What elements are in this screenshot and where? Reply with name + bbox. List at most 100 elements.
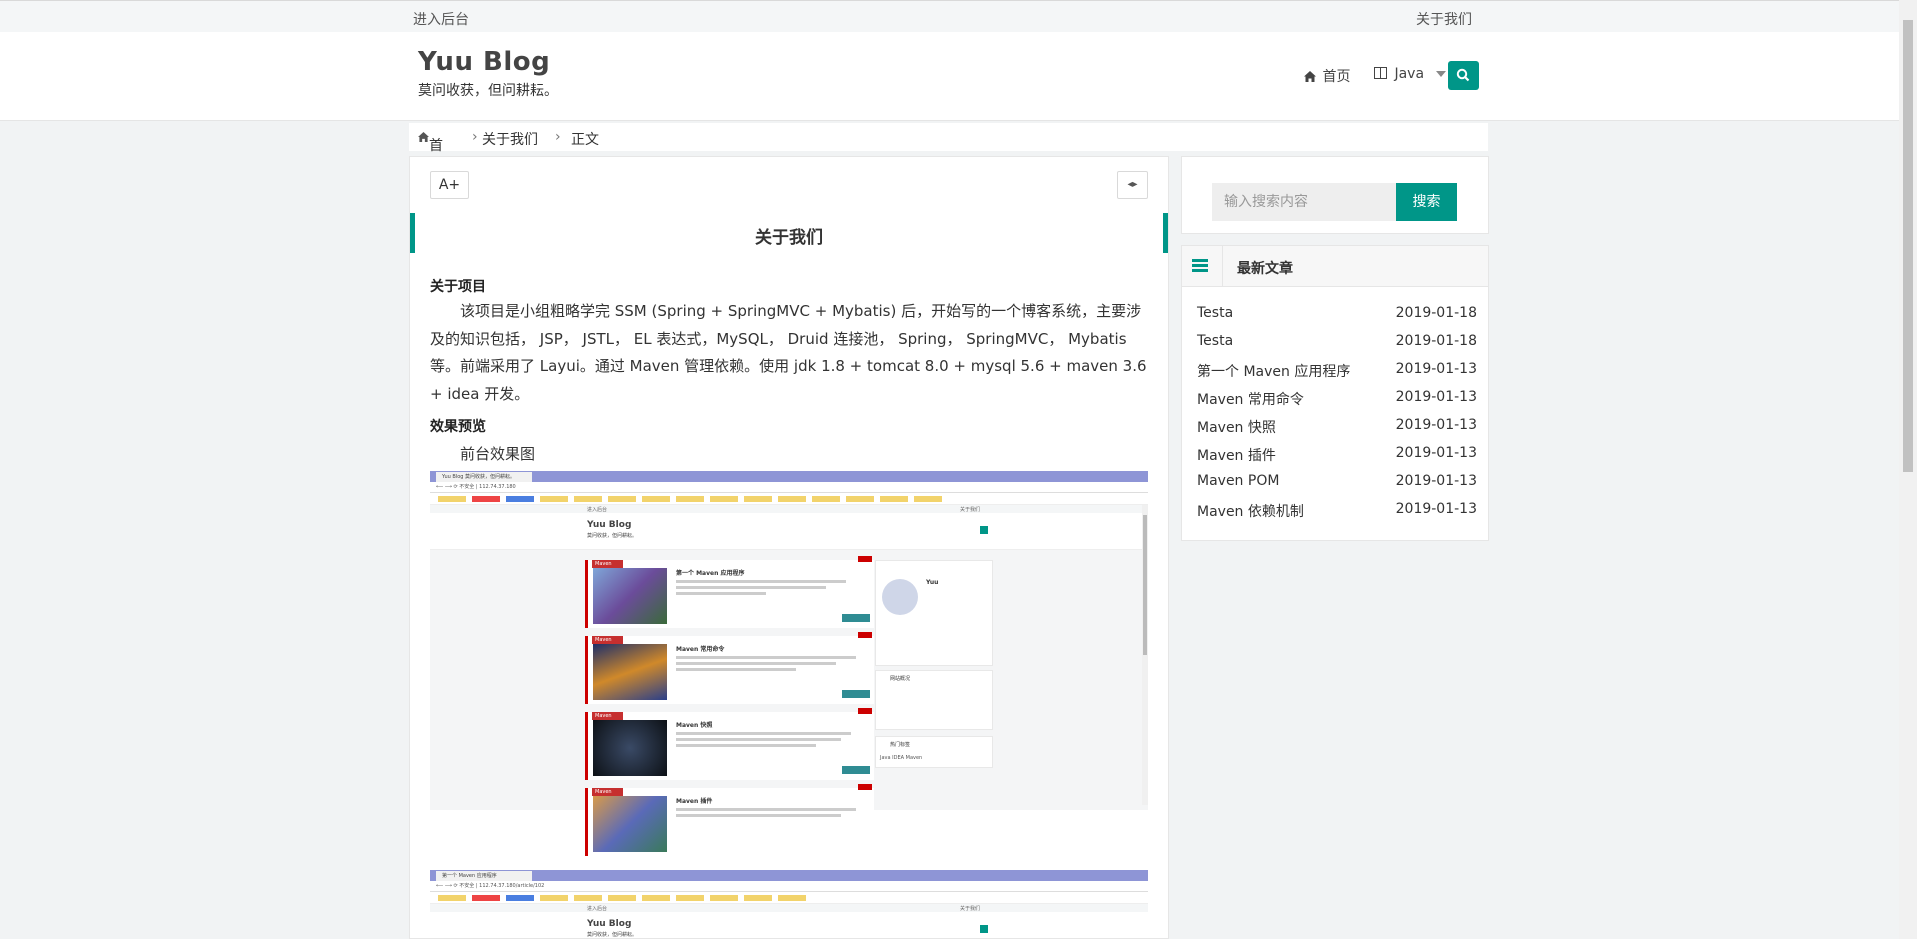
article-title: 关于我们 xyxy=(755,228,823,248)
recent-date: 2019-01-13 xyxy=(1395,389,1477,405)
mini-admin-link: 进入后台 xyxy=(587,507,608,513)
browser-address-bar: ⟵ ⟶ ⟳ 不安全 | 112.74.37.180/article/102 xyxy=(430,881,1148,892)
mini-logo: Yuu Blog xyxy=(587,520,632,530)
recent-date: 2019-01-13 xyxy=(1395,473,1477,489)
page-scrollbar[interactable] xyxy=(1899,0,1917,939)
mini-topbar: 进入后台 关于我们 xyxy=(430,904,1148,912)
book-icon xyxy=(1374,67,1387,79)
mini-topbar: 进入后台 关于我们 xyxy=(430,505,1148,513)
list-item[interactable]: 第一个 Maven 应用程序 2019-01-13 xyxy=(1197,358,1477,386)
mini-stats-card: 网站概况 xyxy=(875,670,993,730)
browser-tabbar: 第一个 Maven 应用程序 xyxy=(430,870,1148,881)
caret-down-icon xyxy=(1436,71,1447,77)
browser-tabbar: Yuu Blog 莫问收获，但问耕耘。 xyxy=(430,471,1148,482)
mini-card-title: Maven 快照 xyxy=(676,722,713,729)
breadcrumb-category[interactable]: 关于我们 xyxy=(482,129,538,149)
nav-home-label: 首页 xyxy=(1322,69,1351,85)
top-bar: 进入后台 关于我们 xyxy=(0,0,1899,33)
list-item[interactable]: Maven 插件 2019-01-13 xyxy=(1197,442,1477,470)
site-header: Yuu Blog 莫问收获，但问耕耘。 首页 Java xyxy=(0,32,1899,121)
nav-java-dropdown[interactable]: Java xyxy=(1374,66,1447,82)
recent-title[interactable]: Maven 插件 xyxy=(1197,445,1276,465)
mini-card-tag: Maven xyxy=(592,712,623,720)
recent-articles-list: Testa 2019-01-18 Testa 2019-01-18 第一个 Mave… xyxy=(1197,302,1477,526)
recent-title[interactable]: Maven 快照 xyxy=(1197,417,1276,437)
nav-home[interactable]: 首页 xyxy=(1304,66,1350,86)
recent-title[interactable]: 第一个 Maven 应用程序 xyxy=(1197,361,1350,381)
article-panel: A+ ◂▸ 关于我们 关于项目 该项目是小组粗略学完 SSM (Spring +… xyxy=(409,156,1169,939)
mini-search-icon xyxy=(980,526,988,534)
mini-header: Yuu Blog 莫问收获，但问耕耘。 xyxy=(430,913,1148,938)
browser-bookmarks xyxy=(430,494,1148,505)
site-logo[interactable]: Yuu Blog xyxy=(418,47,550,77)
mini-card-tag: Maven xyxy=(592,560,623,568)
mini-card: Maven 第一个 Maven 应用程序 xyxy=(585,556,874,628)
mini-card-title: 第一个 Maven 应用程序 xyxy=(676,570,745,577)
mini-stats-title: 网站概况 xyxy=(890,676,911,682)
browser-tab: Yuu Blog 莫问收获，但问耕耘。 xyxy=(436,472,532,482)
preview-image-2: 第一个 Maven 应用程序 ⟵ ⟶ ⟳ 不安全 | 112.74.37.180… xyxy=(430,870,1148,938)
breadcrumb-sep-icon: › xyxy=(472,129,478,145)
sidebar-search-button[interactable]: 搜索 xyxy=(1396,183,1457,221)
recent-title[interactable]: Testa xyxy=(1197,333,1233,349)
recent-articles-panel: 最新文章 Testa 2019-01-18 Testa 2019-01-18 第一个… xyxy=(1181,245,1489,541)
section-paragraph: 前台效果图 xyxy=(460,445,536,463)
header-search-button[interactable] xyxy=(1448,61,1479,90)
mini-body: Maven 第一个 Maven 应用程序 Maven Maven 常用命令 Ma… xyxy=(430,550,1148,856)
mini-card: Maven Maven 插件 xyxy=(585,784,874,856)
recent-date: 2019-01-13 xyxy=(1395,361,1477,377)
menu-icon xyxy=(1192,259,1208,272)
browser-bookmarks xyxy=(430,893,1148,904)
nav-java-label: Java xyxy=(1394,66,1425,82)
breadcrumb-home[interactable]: 首页 xyxy=(418,129,443,174)
recent-title[interactable]: Maven POM xyxy=(1197,473,1279,489)
section-heading: 效果预览 xyxy=(430,419,486,435)
mini-card: Maven Maven 常用命令 xyxy=(585,632,874,704)
mini-logo: Yuu Blog xyxy=(587,919,632,929)
list-item[interactable]: Testa 2019-01-18 xyxy=(1197,302,1477,330)
mini-card-tag: Maven xyxy=(592,788,623,796)
admin-link[interactable]: 进入后台 xyxy=(413,9,469,29)
list-item[interactable]: Maven 依赖机制 2019-01-13 xyxy=(1197,498,1477,526)
recent-date: 2019-01-18 xyxy=(1395,305,1477,321)
recent-articles-header: 最新文章 xyxy=(1182,246,1488,287)
sidebar-search-input[interactable] xyxy=(1212,183,1396,221)
mini-tags-list: Java IDEA Maven xyxy=(880,755,923,761)
recent-date: 2019-01-18 xyxy=(1395,333,1477,349)
breadcrumb-current: 正文 xyxy=(571,132,599,148)
font-size-button[interactable]: A+ xyxy=(430,171,469,199)
scrollbar-thumb[interactable] xyxy=(1903,20,1913,472)
recent-title[interactable]: Maven 依赖机制 xyxy=(1197,501,1304,521)
mini-profile-name: Yuu xyxy=(926,579,939,586)
mini-card-title: Maven 插件 xyxy=(676,798,713,805)
mini-tags-title: 热门标签 xyxy=(890,742,911,748)
recent-title[interactable]: Maven 常用命令 xyxy=(1197,389,1304,409)
list-item[interactable]: Testa 2019-01-18 xyxy=(1197,330,1477,358)
sidebar-search-box: 搜索 xyxy=(1181,156,1489,234)
recent-date: 2019-01-13 xyxy=(1395,417,1477,433)
mini-slogan: 莫问收获，但问耕耘。 xyxy=(587,533,638,539)
list-item[interactable]: Maven POM 2019-01-13 xyxy=(1197,470,1477,498)
breadcrumb: 首页 › 关于我们 › 正文 xyxy=(409,123,1488,174)
recent-title[interactable]: Testa xyxy=(1197,305,1233,321)
mini-profile-card: Yuu xyxy=(875,560,993,666)
browser-address-bar: ⟵ ⟶ ⟳ 不安全 | 112.74.37.180 xyxy=(430,482,1148,493)
list-item[interactable]: Maven 常用命令 2019-01-13 xyxy=(1197,386,1477,414)
mini-admin-link: 进入后台 xyxy=(587,906,608,912)
mini-tags-card: 热门标签 Java IDEA Maven xyxy=(875,736,993,768)
mini-card-title: Maven 常用命令 xyxy=(676,646,725,653)
site-slogan: 莫问收获，但问耕耘。 xyxy=(418,83,558,99)
breadcrumb-sep-icon: › xyxy=(555,129,561,145)
recent-date: 2019-01-13 xyxy=(1395,445,1477,461)
mini-header: Yuu Blog 莫问收获，但问耕耘。 xyxy=(430,514,1148,550)
code-toggle-button[interactable]: ◂▸ xyxy=(1117,171,1148,199)
home-icon xyxy=(418,132,429,142)
list-item[interactable]: Maven 快照 2019-01-13 xyxy=(1197,414,1477,442)
preview-image-1: Yuu Blog 莫问收获，但问耕耘。 ⟵ ⟶ ⟳ 不安全 | 112.74.3… xyxy=(430,471,1148,868)
mini-slogan: 莫问收获，但问耕耘。 xyxy=(587,932,638,938)
section-paragraph: 该项目是小组粗略学完 SSM (Spring + SpringMVC + Myb… xyxy=(430,302,1147,403)
browser-tab: 第一个 Maven 应用程序 xyxy=(436,871,532,881)
mini-about-link: 关于我们 xyxy=(960,906,981,912)
recent-articles-title: 最新文章 xyxy=(1237,261,1293,277)
about-link[interactable]: 关于我们 xyxy=(1416,9,1472,29)
